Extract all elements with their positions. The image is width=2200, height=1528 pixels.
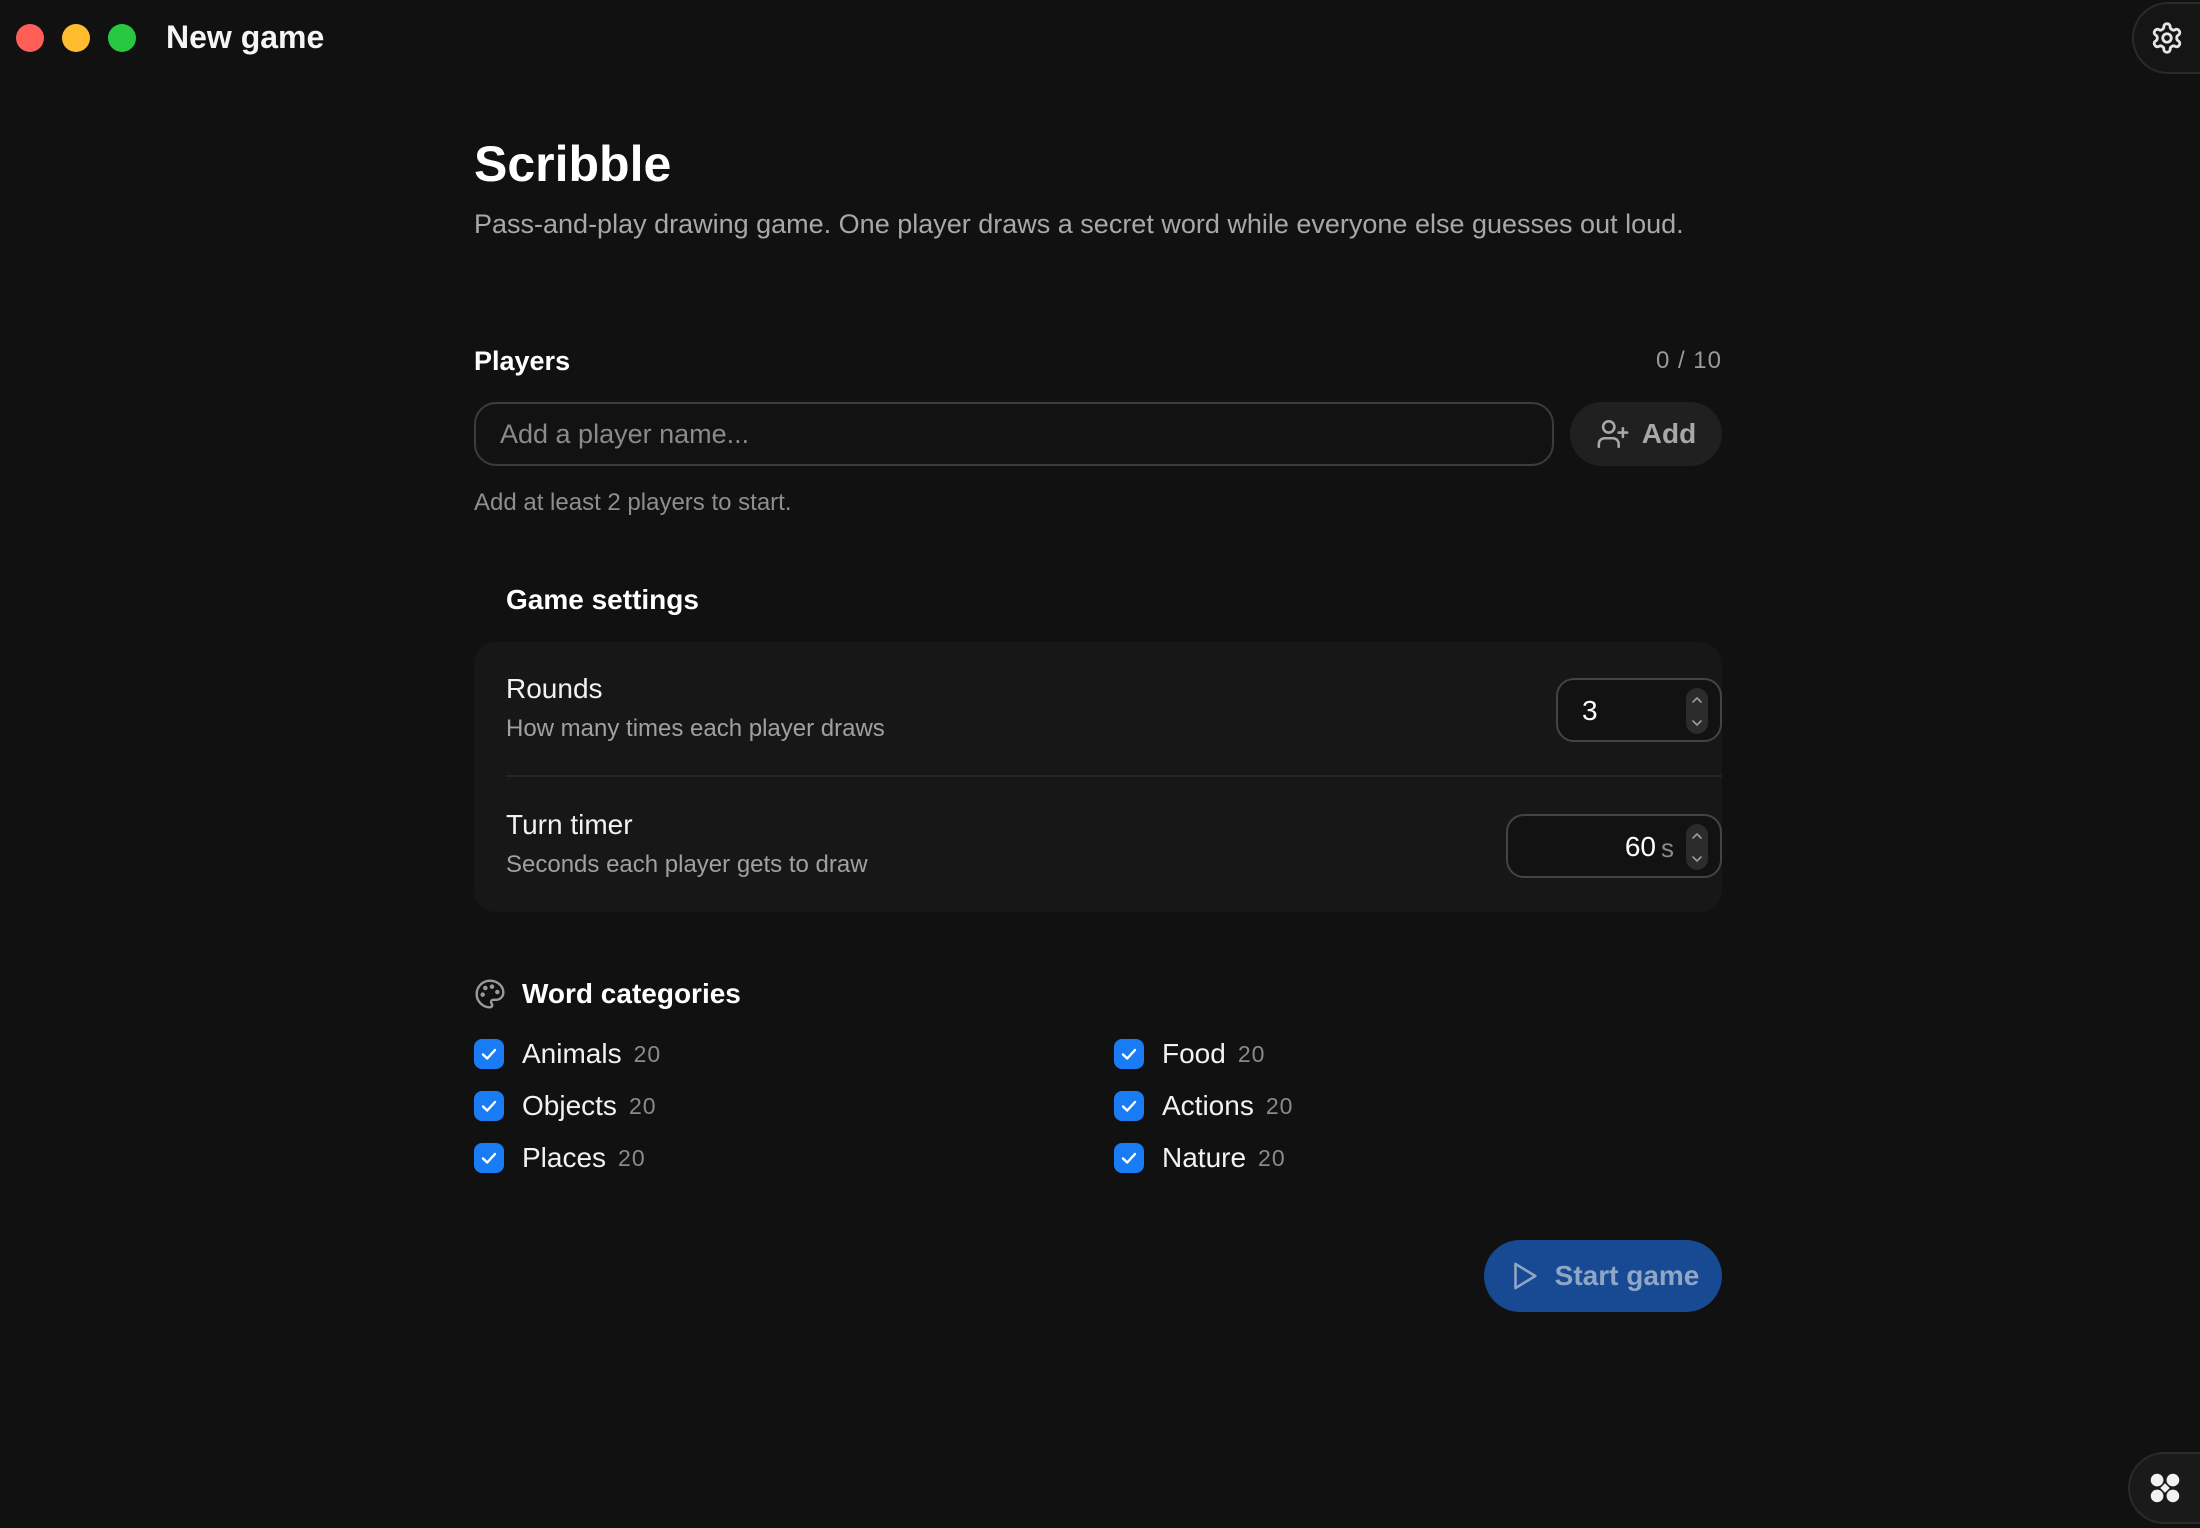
check-icon bbox=[481, 1152, 497, 1164]
category-name: Objects bbox=[522, 1090, 617, 1121]
start-game-button[interactable]: Start game bbox=[1484, 1240, 1722, 1312]
turn-timer-increment-button[interactable] bbox=[1686, 824, 1708, 847]
turn-timer-spin-buttons bbox=[1686, 824, 1708, 870]
check-icon bbox=[1121, 1100, 1137, 1112]
palette-icon bbox=[475, 979, 505, 1009]
category-count: 20 bbox=[618, 1145, 646, 1171]
chevron-down-icon bbox=[1692, 719, 1702, 726]
app-menu-button[interactable] bbox=[2128, 1452, 2200, 1524]
category-name: Nature bbox=[1162, 1142, 1247, 1173]
turn-timer-unit: s bbox=[1661, 833, 1674, 863]
word-categories-heading: Word categories bbox=[522, 978, 741, 1009]
add-player-label: Add bbox=[1641, 418, 1697, 449]
player-count: 0 / 10 bbox=[1655, 347, 1722, 374]
turn-timer-setting: Turn timer Seconds each player gets to d… bbox=[506, 778, 1722, 913]
rounds-setting: Rounds How many times each player draws … bbox=[506, 642, 1722, 777]
check-icon bbox=[481, 1100, 497, 1112]
category-name: Places bbox=[522, 1142, 607, 1173]
turn-timer-description: Seconds each player gets to draw bbox=[506, 851, 868, 878]
check-icon bbox=[481, 1048, 497, 1060]
category-count: 20 bbox=[628, 1093, 657, 1119]
rounds-description: How many times each player draws bbox=[506, 715, 885, 742]
category-animals-checkbox[interactable] bbox=[474, 1039, 504, 1069]
window-minimize-button[interactable] bbox=[62, 24, 90, 52]
category-nature-checkbox[interactable] bbox=[1114, 1143, 1144, 1173]
category-count: 20 bbox=[1258, 1145, 1286, 1171]
category-name: Actions bbox=[1162, 1090, 1254, 1121]
window-close-button[interactable] bbox=[16, 24, 44, 52]
chevron-up-icon bbox=[1692, 832, 1702, 839]
check-icon bbox=[1121, 1152, 1137, 1164]
gear-icon bbox=[2152, 22, 2182, 54]
rounds-value: 3 bbox=[1582, 695, 1598, 726]
game-settings-heading: Game settings bbox=[506, 584, 699, 615]
turn-timer-stepper[interactable]: 60 s bbox=[1506, 814, 1722, 878]
category-objects-checkbox[interactable] bbox=[474, 1091, 504, 1121]
chevron-down-icon bbox=[1692, 855, 1702, 862]
category-name: Food bbox=[1162, 1038, 1226, 1069]
turn-timer-label: Turn timer bbox=[506, 809, 633, 840]
category-count: 20 bbox=[1237, 1041, 1266, 1067]
start-game-label: Start game bbox=[1554, 1260, 1700, 1291]
add-player-button[interactable]: Add bbox=[1570, 402, 1722, 466]
rounds-stepper[interactable]: 3 bbox=[1556, 678, 1722, 742]
app-logo-icon bbox=[2150, 1473, 2180, 1503]
chevron-up-icon bbox=[1692, 696, 1702, 703]
turn-timer-decrement-button[interactable] bbox=[1686, 847, 1708, 870]
check-icon bbox=[1121, 1048, 1137, 1060]
category-places-checkbox[interactable] bbox=[474, 1143, 504, 1173]
category-animals[interactable]: Animals 20 bbox=[474, 1037, 661, 1071]
play-icon bbox=[1513, 1262, 1537, 1290]
rounds-decrement-button[interactable] bbox=[1686, 711, 1708, 734]
settings-button[interactable] bbox=[2132, 2, 2200, 74]
page-title: Scribble bbox=[474, 136, 672, 192]
category-objects[interactable]: Objects 20 bbox=[474, 1089, 657, 1123]
user-plus-icon bbox=[1597, 419, 1629, 449]
window-title: New game bbox=[166, 19, 325, 55]
category-food-checkbox[interactable] bbox=[1114, 1039, 1144, 1069]
category-count: 20 bbox=[1265, 1093, 1294, 1119]
category-actions[interactable]: Actions 20 bbox=[1114, 1089, 1293, 1123]
page-description: Pass-and-play drawing game. One player d… bbox=[474, 209, 1684, 239]
players-hint: Add at least 2 players to start. bbox=[474, 489, 792, 516]
rounds-spin-buttons bbox=[1686, 688, 1708, 734]
rounds-increment-button[interactable] bbox=[1686, 688, 1708, 711]
game-settings-card: Rounds How many times each player draws … bbox=[474, 642, 1722, 912]
category-count: 20 bbox=[633, 1041, 662, 1067]
turn-timer-value: 60 bbox=[1624, 831, 1656, 862]
category-nature[interactable]: Nature 20 bbox=[1114, 1141, 1286, 1175]
window-maximize-button[interactable] bbox=[108, 24, 136, 52]
category-food[interactable]: Food 20 bbox=[1114, 1037, 1265, 1071]
category-actions-checkbox[interactable] bbox=[1114, 1091, 1144, 1121]
players-label: Players bbox=[474, 346, 571, 376]
category-places[interactable]: Places 20 bbox=[474, 1141, 646, 1175]
category-name: Animals bbox=[522, 1038, 622, 1069]
player-name-input[interactable] bbox=[474, 402, 1554, 466]
rounds-label: Rounds bbox=[506, 673, 603, 704]
